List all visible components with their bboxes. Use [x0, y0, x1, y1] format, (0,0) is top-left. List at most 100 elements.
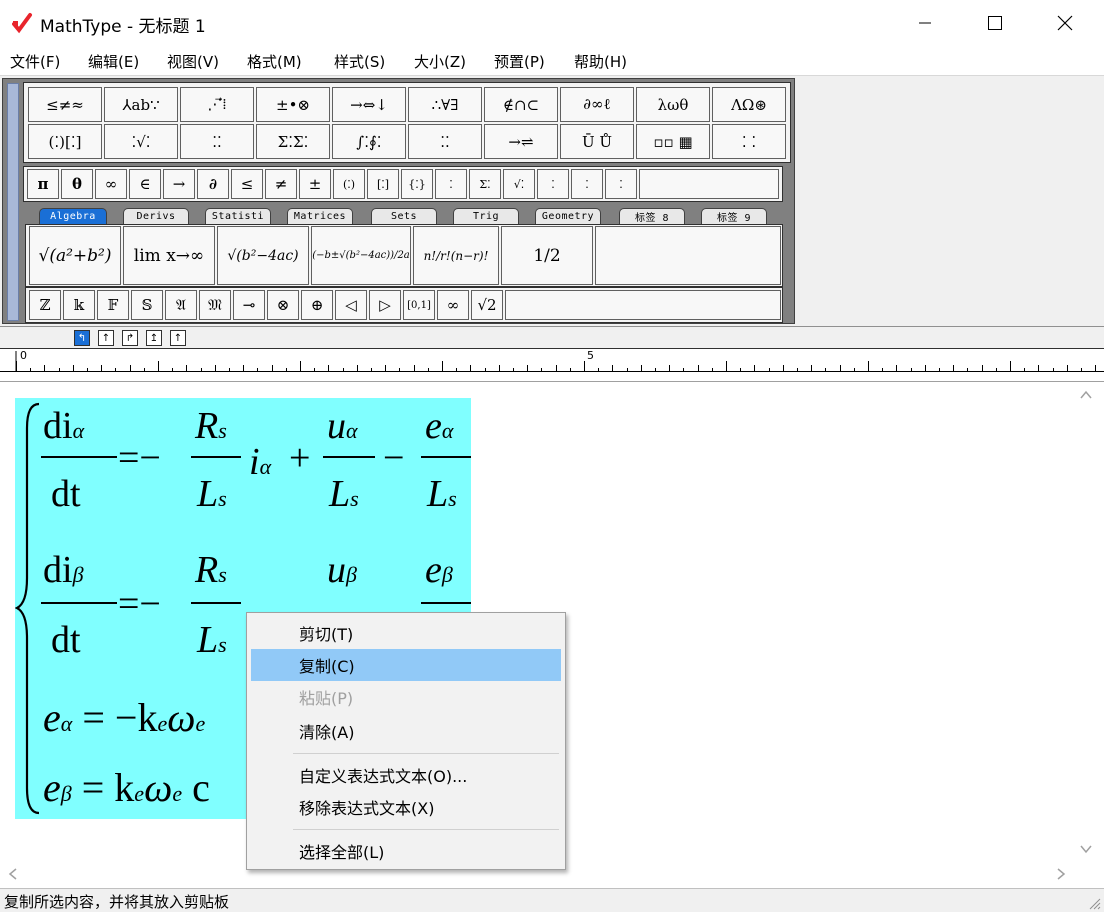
maximize-button[interactable]: [960, 0, 1030, 46]
template-sub-superscript[interactable]: ⁚: [605, 169, 637, 199]
palette-misc[interactable]: ∂∞ℓ: [560, 87, 634, 122]
scroll-up-icon[interactable]: [1080, 390, 1092, 400]
template-sum[interactable]: Σ⁚: [469, 169, 501, 199]
palette-logic[interactable]: ∴∀∃: [408, 87, 482, 122]
tab-algebra[interactable]: Algebra: [39, 208, 107, 224]
symbol-s-bold[interactable]: 𝕊: [131, 290, 163, 320]
resize-grip-icon[interactable]: [1088, 897, 1102, 911]
symbol-pi[interactable]: π: [27, 169, 59, 199]
palette-greek-upper[interactable]: ΛΩ⊛: [712, 87, 786, 122]
menu-view[interactable]: 视图(V): [167, 51, 219, 72]
close-button[interactable]: [1030, 0, 1100, 46]
menu-style[interactable]: 样式(S): [334, 51, 385, 72]
palette-relations[interactable]: ≤≠≈: [28, 87, 102, 122]
symbol-sqrt-2[interactable]: √2: [471, 290, 503, 320]
symbol-otimes[interactable]: ⊗: [267, 290, 299, 320]
template-sqrt[interactable]: √⁚: [503, 169, 535, 199]
palette-fractions[interactable]: ⁚√⁚: [104, 124, 178, 159]
symbol-partial[interactable]: ∂: [197, 169, 229, 199]
palette-matrices[interactable]: ▫▫ ▦: [636, 124, 710, 159]
template-discriminant[interactable]: √(b²−4ac): [217, 226, 309, 285]
scroll-right-icon[interactable]: [1056, 868, 1066, 880]
tab-sets[interactable]: Sets: [371, 208, 437, 224]
palette-integrals[interactable]: ∫⁚∮⁚: [332, 124, 406, 159]
symbol-less-equal[interactable]: ≤: [231, 169, 263, 199]
template-empty-slot[interactable]: [595, 226, 781, 285]
template-superscript[interactable]: ⁚: [537, 169, 569, 199]
ruler[interactable]: 0 5: [0, 348, 1104, 382]
minimize-button[interactable]: [890, 0, 960, 46]
symbol-triangle-right[interactable]: ▷: [369, 290, 401, 320]
menu-size[interactable]: 大小(Z): [414, 51, 466, 72]
symbol-right-arrow[interactable]: →: [163, 169, 195, 199]
vertical-scrollbar[interactable]: [1072, 382, 1100, 862]
palette-products[interactable]: Ū Ů: [560, 124, 634, 159]
menu-help[interactable]: 帮助(H): [574, 51, 627, 72]
template-subscript[interactable]: ⁚: [571, 169, 603, 199]
symbol-plus-minus[interactable]: ±: [299, 169, 331, 199]
symbol-k-bold[interactable]: 𝕜: [63, 290, 95, 320]
nudge-button-3[interactable]: ↱: [122, 330, 138, 346]
symbol-element-of[interactable]: ∈: [129, 169, 161, 199]
palette-sets[interactable]: ∉∩⊂: [484, 87, 558, 122]
symbol-theta[interactable]: θ: [61, 169, 93, 199]
custom-empty-slot[interactable]: [505, 290, 781, 320]
menu-item-select-all[interactable]: 选择全部(L): [251, 835, 561, 867]
menu-item-remove-expression-text[interactable]: 移除表达式文本(X): [251, 791, 561, 823]
menu-edit[interactable]: 编辑(E): [88, 51, 139, 72]
symbol-empty-slot[interactable]: [639, 169, 779, 199]
menu-file[interactable]: 文件(F): [10, 51, 60, 72]
nudge-button-5[interactable]: ↑: [170, 330, 186, 346]
tab-label-9[interactable]: 标签 9: [701, 208, 767, 224]
nudge-button-2[interactable]: ↑: [98, 330, 114, 346]
template-combination[interactable]: n!/r!(n−r)!: [413, 226, 499, 285]
palette-sums[interactable]: Σ⁚Σ⁚: [256, 124, 330, 159]
scroll-down-icon[interactable]: [1080, 844, 1092, 854]
palette-labeled-arrows[interactable]: →⇌: [484, 124, 558, 159]
palette-operators[interactable]: ±•⊗: [256, 87, 330, 122]
symbol-integers[interactable]: ℤ: [29, 290, 61, 320]
palette-arrows[interactable]: →⇔↓: [332, 87, 406, 122]
template-one-half[interactable]: 1/2: [501, 226, 593, 285]
nudge-button-4[interactable]: ↥: [146, 330, 162, 346]
symbol-multimap[interactable]: ⊸: [233, 290, 265, 320]
symbol-triangle-left[interactable]: ◁: [335, 290, 367, 320]
template-parens[interactable]: (⁚): [333, 169, 365, 199]
symbol-infinity[interactable]: ∞: [95, 169, 127, 199]
template-brackets[interactable]: [⁚]: [367, 169, 399, 199]
symbol-interval[interactable]: [0,1]: [403, 290, 435, 320]
scroll-left-icon[interactable]: [8, 868, 18, 880]
palette-boxes[interactable]: ⁚ ⁚: [712, 124, 786, 159]
palette-bars[interactable]: ⁚⁚: [408, 124, 482, 159]
palette-spaces[interactable]: ⅄ab∵: [104, 87, 178, 122]
template-quadratic-formula[interactable]: (−b±√(b²−4ac))/2a: [311, 226, 411, 285]
symbol-fraktur-a[interactable]: 𝔄: [165, 290, 197, 320]
symbol-infinity-2[interactable]: ∞: [437, 290, 469, 320]
tab-trig[interactable]: Trig: [453, 208, 519, 224]
template-pythagoras[interactable]: √(a²+b²): [29, 226, 121, 285]
template-braces[interactable]: {⁚}: [401, 169, 433, 199]
symbol-oplus[interactable]: ⊕: [301, 290, 333, 320]
menu-item-copy[interactable]: 复制(C): [251, 649, 561, 681]
menu-item-cut[interactable]: 剪切(T): [251, 617, 561, 649]
tab-label-8[interactable]: 标签 8: [619, 208, 685, 224]
nudge-button-1[interactable]: ↰: [74, 330, 90, 346]
symbol-field[interactable]: 𝔽: [97, 290, 129, 320]
symbol-fraktur-m[interactable]: 𝔐: [199, 290, 231, 320]
palette-fences[interactable]: (⁚)[⁚]: [28, 124, 102, 159]
menu-preferences[interactable]: 预置(P): [494, 51, 545, 72]
tab-geometry[interactable]: Geometry: [535, 208, 601, 224]
palette-subscripts[interactable]: ⁚⁚: [180, 124, 254, 159]
menu-format[interactable]: 格式(M): [247, 51, 302, 72]
tab-statistics[interactable]: Statisti: [205, 208, 271, 224]
menu-item-clear[interactable]: 清除(A): [251, 715, 561, 747]
toolbar-grip[interactable]: [7, 83, 19, 321]
template-limit[interactable]: lim x→∞: [123, 226, 215, 285]
tab-matrices[interactable]: Matrices: [287, 208, 353, 224]
menu-item-custom-expression-text[interactable]: 自定义表达式文本(O)...: [251, 759, 561, 791]
tab-derivs[interactable]: Derivs: [123, 208, 189, 224]
palette-greek-lower[interactable]: λωθ: [636, 87, 710, 122]
symbol-not-equal[interactable]: ≠: [265, 169, 297, 199]
template-fraction[interactable]: ⁚: [435, 169, 467, 199]
palette-embellishments[interactable]: ⋰⃗⁞: [180, 87, 254, 122]
